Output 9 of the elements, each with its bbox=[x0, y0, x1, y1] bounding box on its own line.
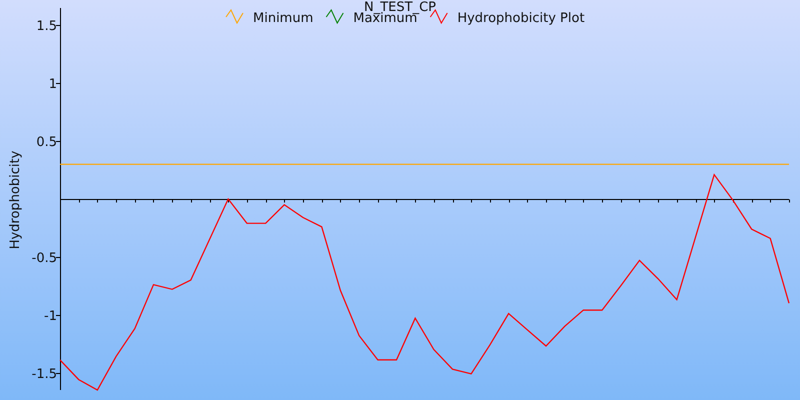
tick-label: 1 bbox=[48, 77, 57, 92]
tick-label: 0.5 bbox=[36, 135, 57, 150]
tick-label: -0.5 bbox=[32, 251, 57, 266]
tick-label: 1.5 bbox=[36, 19, 57, 34]
tick-label: -1 bbox=[44, 309, 57, 324]
axis-title: Hydrophobicity bbox=[8, 150, 23, 250]
tick-label: -1.5 bbox=[32, 367, 57, 382]
legend-label: Hydrophobicity Plot bbox=[457, 11, 585, 26]
legend-label: Minimum bbox=[253, 11, 314, 26]
